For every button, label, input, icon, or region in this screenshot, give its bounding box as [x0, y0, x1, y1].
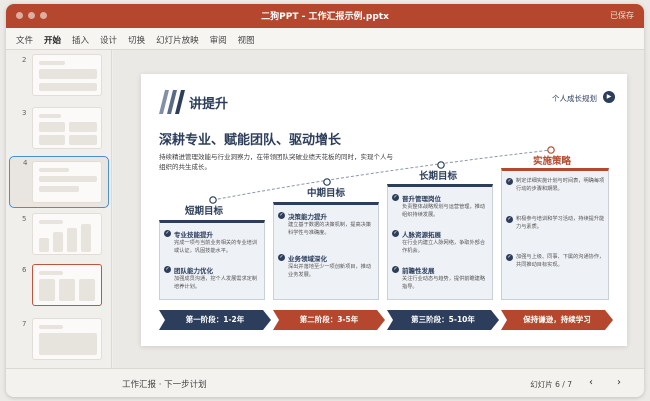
phase-arrow-shapes	[159, 310, 613, 330]
tab-home[interactable]: 开始	[44, 34, 62, 52]
slide-preview	[32, 54, 102, 96]
app-window: 二狗PPT - 工作汇报示例.pptx 已保存 文件 开始 插入 设计 切换 幻…	[6, 4, 644, 397]
slide-preview	[32, 318, 102, 360]
ribbon: 文件 开始 插入 设计 切换 幻灯片放映 审阅 视图	[6, 28, 644, 52]
slide-number: 3	[22, 109, 27, 117]
slide-number: 2	[22, 56, 27, 64]
tab-slideshow[interactable]: 幻灯片放映	[156, 34, 199, 46]
slide-number: 5	[22, 215, 27, 223]
slide-thumb-5[interactable]: 5	[6, 213, 112, 263]
breadcrumb: 工作汇报 · 下一步计划	[122, 380, 207, 390]
slide-preview	[32, 213, 102, 255]
slide-number: 4	[23, 159, 28, 167]
tab-transitions[interactable]: 切换	[128, 34, 145, 46]
saved-status: 已保存	[610, 11, 634, 20]
tab-design[interactable]: 设计	[100, 34, 117, 46]
slide-thumb-3[interactable]: 3	[6, 107, 112, 157]
slide-counter: 幻灯片 6 / 7	[530, 380, 572, 389]
title-bar: 二狗PPT - 工作汇报示例.pptx 已保存	[6, 4, 644, 28]
window-title: 二狗PPT - 工作汇报示例.pptx	[261, 12, 389, 22]
status-bar: 工作汇报 · 下一步计划 幻灯片 6 / 7 ‹ ›	[6, 368, 644, 397]
slide-thumb-2[interactable]: 2	[6, 54, 112, 104]
tab-insert[interactable]: 插入	[72, 34, 89, 46]
slide-thumb-6[interactable]: 6	[6, 264, 112, 314]
tab-review[interactable]: 审阅	[210, 34, 227, 46]
ribbon-tabs: 文件 开始 插入 设计 切换 幻灯片放映 审阅 视图	[16, 34, 266, 52]
slide-thumbnail-panel: 2 3 4 5 6 7	[6, 50, 112, 368]
tab-view[interactable]: 视图	[238, 34, 255, 46]
slide-number: 7	[22, 320, 27, 328]
slide-number: 6	[22, 266, 27, 274]
phase-arrow-4: 保持谦逊，持续学习	[523, 315, 591, 324]
current-slide[interactable]: 讲提升 个人成长规划 ▶ 深耕专业、赋能团队、驱动增长 持续精进管理效能与行业洞…	[141, 74, 627, 346]
chevron-left-icon[interactable]: ‹	[584, 376, 598, 390]
chevron-right-icon[interactable]: ›	[612, 376, 626, 390]
slide-thumb-7[interactable]: 7	[6, 318, 112, 368]
slide-thumb-4[interactable]: 4	[9, 156, 109, 208]
phase-arrow-1: 第一阶段：1-2年	[185, 315, 245, 324]
editing-canvas[interactable]: 讲提升 个人成长规划 ▶ 深耕专业、赋能团队、驱动增长 持续精进管理效能与行业洞…	[113, 50, 644, 368]
tab-file[interactable]: 文件	[16, 34, 33, 46]
slide-preview	[32, 264, 102, 306]
phase-arrow-2: 第二阶段：3-5年	[299, 315, 359, 324]
slide-preview	[32, 107, 102, 149]
slide-preview	[32, 161, 102, 203]
phase-arrow-3: 第三阶段：5-10年	[411, 315, 475, 324]
